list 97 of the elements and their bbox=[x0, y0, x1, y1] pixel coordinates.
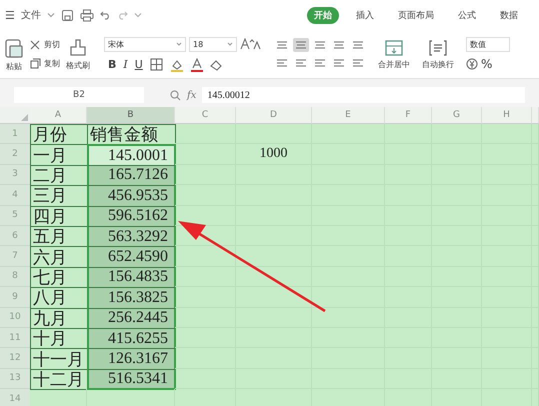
italic-button[interactable]: I bbox=[123, 58, 128, 71]
column-header[interactable]: F bbox=[385, 107, 432, 124]
caret-icon[interactable] bbox=[176, 41, 182, 47]
table-cell-text: 一月 bbox=[32, 144, 67, 167]
row-header[interactable]: 5 bbox=[0, 206, 30, 226]
table-cell: 256.2445 bbox=[108, 309, 168, 328]
ribbon-tab[interactable]: 公式 bbox=[450, 6, 483, 24]
column-header[interactable]: E bbox=[312, 107, 385, 124]
caret-icon[interactable] bbox=[227, 41, 233, 47]
copy-icon[interactable] bbox=[30, 58, 41, 69]
row-header[interactable]: 11 bbox=[0, 328, 30, 348]
font-size-dropdown[interactable]: 18 bbox=[189, 36, 237, 52]
table-cell-text: 六月 bbox=[32, 246, 67, 269]
clipboard-icon[interactable] bbox=[4, 36, 24, 58]
copy-button[interactable]: 复制 bbox=[44, 58, 60, 69]
ribbon-tab[interactable]: 数据 bbox=[492, 6, 525, 24]
row-header[interactable]: 3 bbox=[0, 164, 30, 186]
table-cell: 145.0001 bbox=[108, 146, 168, 165]
column-header[interactable]: G bbox=[432, 107, 482, 124]
row-header[interactable]: 9 bbox=[0, 287, 30, 308]
ribbon-tab[interactable]: 页面布局 bbox=[390, 6, 441, 24]
table-cell-text: 二月 bbox=[32, 164, 67, 187]
table-cell-text: 十一月 bbox=[32, 348, 84, 370]
merge-icon[interactable] bbox=[384, 38, 404, 56]
row-header[interactable]: 4 bbox=[0, 185, 30, 206]
paste-button[interactable]: 粘贴 bbox=[6, 60, 22, 72]
grow-font-icon[interactable] bbox=[240, 38, 262, 50]
table-cell: 1000 bbox=[260, 146, 288, 162]
caret-icon[interactable] bbox=[46, 11, 55, 19]
row-header[interactable]: 14 bbox=[0, 389, 30, 406]
fill-color-icon[interactable] bbox=[170, 58, 184, 72]
font-dropdown[interactable]: 宋体 bbox=[104, 36, 186, 52]
table-cell-text: 七月 bbox=[32, 266, 67, 289]
table-cell: 415.6255 bbox=[108, 330, 168, 348]
table-cell: 456.9535 bbox=[108, 186, 168, 205]
empty-cell bbox=[175, 124, 236, 144]
table-cell-text: 五月 bbox=[32, 226, 67, 248]
row-header[interactable]: 2 bbox=[0, 144, 30, 165]
table-cell-text: 十月 bbox=[32, 328, 67, 350]
zoom-icon[interactable] bbox=[170, 90, 181, 100]
font-color-icon[interactable] bbox=[190, 58, 203, 72]
table-cell: 652.4590 bbox=[108, 248, 168, 266]
cut-button[interactable]: 剪切 bbox=[44, 39, 60, 50]
undo-icon[interactable] bbox=[100, 10, 111, 20]
table-cell-text: 八月 bbox=[32, 287, 67, 310]
wrap-text-button[interactable]: 自动换行 bbox=[422, 58, 454, 70]
table-cell: 126.3167 bbox=[108, 350, 168, 368]
save-icon[interactable] bbox=[60, 8, 74, 22]
row-header[interactable]: 1 bbox=[0, 124, 30, 144]
format-painter-button[interactable]: 格式刷 bbox=[66, 60, 90, 70]
ribbon-tab[interactable]: 开始 bbox=[306, 6, 339, 24]
row-header[interactable]: 8 bbox=[0, 266, 30, 288]
table-cell-text: 月份 bbox=[32, 124, 67, 146]
currency-icon[interactable] bbox=[466, 58, 478, 70]
column-header[interactable]: C bbox=[175, 107, 236, 124]
table-cell: 563.3292 bbox=[108, 228, 168, 246]
table-cell-text: 四月 bbox=[32, 206, 67, 228]
column-header[interactable]: B bbox=[87, 107, 175, 124]
table-cell-text: 十二月 bbox=[32, 368, 84, 391]
row-header[interactable]: 12 bbox=[0, 348, 30, 369]
table-cell: 156.4835 bbox=[108, 268, 168, 286]
row-header[interactable]: 6 bbox=[0, 226, 30, 246]
row-header[interactable]: 13 bbox=[0, 368, 30, 390]
table-cell-text: 三月 bbox=[32, 185, 67, 208]
number-format-dropdown[interactable]: 数值 bbox=[466, 37, 510, 52]
row-header[interactable]: 10 bbox=[0, 308, 30, 328]
ribbon-tab[interactable]: 插入 bbox=[348, 6, 381, 24]
table-cell-text: 九月 bbox=[32, 308, 67, 330]
eraser-icon[interactable] bbox=[210, 58, 223, 70]
column-header[interactable]: D bbox=[236, 107, 312, 124]
table-cell: 596.5162 bbox=[108, 207, 168, 226]
table-cell: 156.3825 bbox=[108, 288, 168, 307]
align-icon[interactable] bbox=[293, 38, 309, 52]
borders-icon[interactable] bbox=[150, 58, 163, 71]
caret-icon[interactable] bbox=[134, 11, 142, 19]
function-button[interactable]: fx bbox=[187, 90, 196, 100]
underline-button[interactable]: U bbox=[134, 58, 143, 71]
file-menu[interactable]: 文件 bbox=[20, 8, 41, 22]
table-cell-text: 销售金额 bbox=[89, 124, 158, 146]
column-header[interactable]: A bbox=[30, 107, 87, 124]
scissors-icon[interactable] bbox=[30, 40, 41, 50]
formula-field[interactable]: 145.00012 bbox=[202, 87, 525, 103]
empty-cell bbox=[385, 124, 432, 144]
printer-icon[interactable] bbox=[80, 8, 94, 22]
percent-button[interactable]: % bbox=[481, 57, 492, 71]
bold-button[interactable]: B bbox=[108, 58, 116, 71]
row-header[interactable]: 7 bbox=[0, 246, 30, 267]
menu-icon[interactable]: ☰ bbox=[5, 8, 15, 22]
empty-cell bbox=[432, 124, 482, 144]
name-box[interactable]: B2 bbox=[14, 87, 144, 103]
empty-cell bbox=[482, 124, 532, 144]
table-cell: 165.7126 bbox=[108, 166, 168, 184]
table-cell: 516.5341 bbox=[108, 370, 168, 388]
wrap-text-icon[interactable] bbox=[428, 38, 448, 56]
column-header[interactable]: H bbox=[482, 107, 532, 124]
brush-icon[interactable] bbox=[69, 38, 87, 58]
merge-center-button[interactable]: 合并居中 bbox=[378, 58, 410, 70]
